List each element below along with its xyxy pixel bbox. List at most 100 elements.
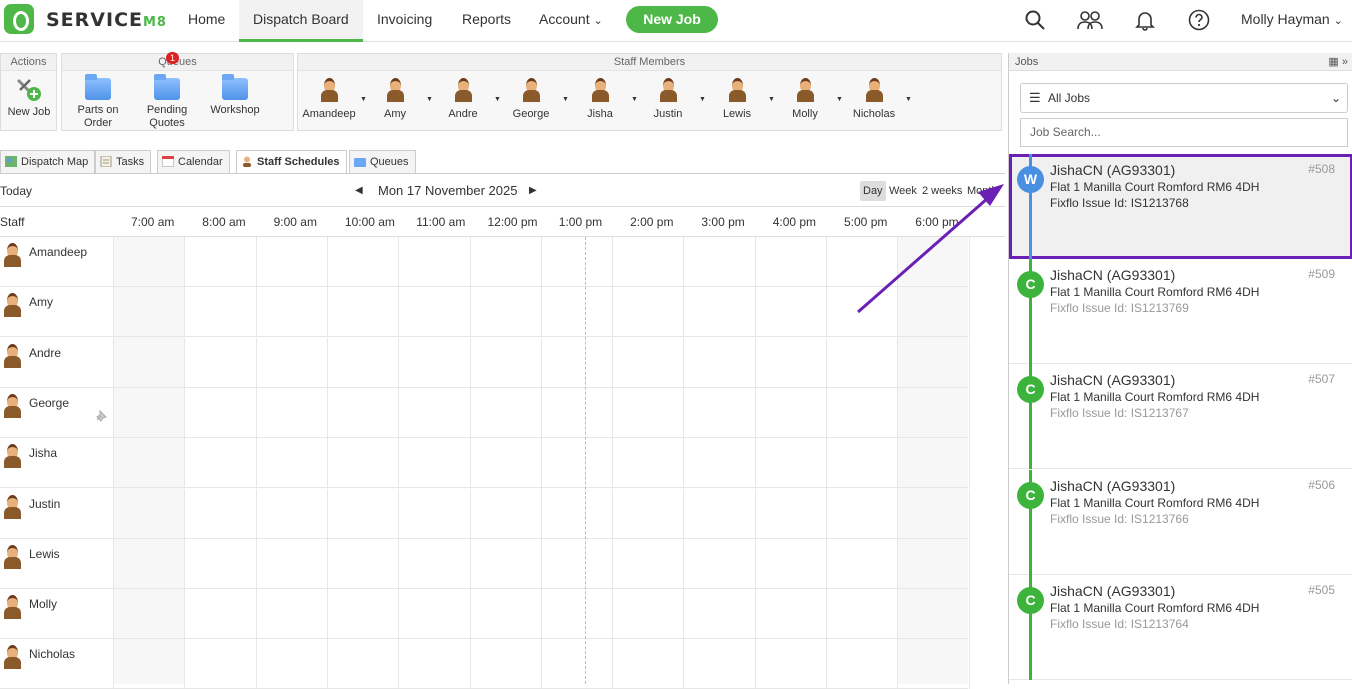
- time-slot[interactable]: [184, 639, 186, 689]
- time-slot[interactable]: [469, 287, 471, 338]
- staff-row[interactable]: Nicholas: [0, 639, 970, 689]
- time-slot[interactable]: [826, 438, 827, 489]
- time-slot[interactable]: [897, 639, 899, 689]
- staff-row[interactable]: Amandeep: [0, 237, 970, 287]
- time-slot[interactable]: [326, 488, 328, 539]
- time-slot[interactable]: [398, 538, 400, 589]
- time-slot[interactable]: [897, 287, 899, 338]
- time-slot[interactable]: [612, 387, 614, 438]
- time-slot[interactable]: [113, 287, 114, 338]
- time-slot[interactable]: [754, 488, 756, 539]
- time-slot[interactable]: [754, 438, 756, 489]
- job-card[interactable]: C JishaCN (AG93301) Flat 1 Manilla Court R…: [1009, 364, 1352, 470]
- time-slot[interactable]: [326, 538, 328, 589]
- help-icon[interactable]: [1188, 9, 1210, 31]
- time-slot[interactable]: [184, 589, 186, 640]
- time-slot[interactable]: [540, 639, 542, 689]
- time-slots[interactable]: [113, 589, 970, 640]
- user-menu[interactable]: Molly Hayman ⌄: [1241, 11, 1343, 27]
- time-slots[interactable]: [113, 538, 970, 589]
- time-slot[interactable]: [612, 438, 614, 489]
- time-slot[interactable]: [754, 639, 756, 689]
- time-slot[interactable]: [826, 287, 827, 338]
- pin-icon[interactable]: [94, 409, 108, 423]
- time-slot[interactable]: [897, 589, 899, 640]
- time-slot[interactable]: [826, 639, 827, 689]
- time-slot[interactable]: [326, 387, 328, 438]
- job-card[interactable]: C JishaCN (AG93301) Flat 1 Manilla Court R…: [1009, 574, 1352, 680]
- time-slot[interactable]: [683, 639, 685, 689]
- time-slot[interactable]: [184, 337, 186, 388]
- job-card[interactable]: W JishaCN (AG93301) Flat 1 Manilla Court R…: [1009, 154, 1352, 259]
- time-slot[interactable]: [897, 438, 899, 489]
- time-slot[interactable]: [255, 337, 257, 388]
- time-slots[interactable]: [113, 387, 970, 438]
- view-2-weeks[interactable]: 2 weeks: [919, 181, 965, 201]
- staff-row[interactable]: Jisha: [0, 438, 970, 489]
- time-slots[interactable]: [113, 337, 970, 388]
- time-slot[interactable]: [469, 237, 471, 287]
- time-slot[interactable]: [612, 639, 614, 689]
- staff-dropdown-icon[interactable]: ▼: [905, 96, 912, 103]
- time-slot[interactable]: [469, 488, 471, 539]
- servicem8-logo[interactable]: [4, 4, 34, 34]
- time-slot[interactable]: [968, 538, 970, 589]
- time-slot[interactable]: [255, 438, 257, 489]
- time-slots[interactable]: [113, 639, 970, 689]
- staff-member-button[interactable]: Amy: [361, 76, 429, 120]
- time-slot[interactable]: [897, 538, 899, 589]
- time-slots[interactable]: [113, 237, 970, 287]
- time-slot[interactable]: [326, 438, 328, 489]
- queue-parts-on-order[interactable]: Parts on Order: [66, 74, 130, 130]
- time-slot[interactable]: [540, 488, 542, 539]
- time-slot[interactable]: [612, 488, 614, 539]
- time-slot[interactable]: [754, 237, 756, 287]
- time-slot[interactable]: [968, 287, 970, 338]
- staff-row[interactable]: Justin: [0, 488, 970, 539]
- job-card[interactable]: C JishaCN (AG93301) Flat 1 Manilla Court R…: [1009, 259, 1352, 365]
- staff-member-button[interactable]: Justin: [634, 76, 702, 120]
- time-slot[interactable]: [398, 387, 400, 438]
- time-slot[interactable]: [683, 538, 685, 589]
- time-slot[interactable]: [612, 287, 614, 338]
- time-slot[interactable]: [683, 237, 685, 287]
- time-slot[interactable]: [754, 287, 756, 338]
- job-card[interactable]: C JishaCN (AG93301) Flat 1 Manilla Court R…: [1009, 469, 1352, 575]
- bell-icon[interactable]: [1134, 9, 1156, 31]
- staff-member-button[interactable]: Molly: [771, 76, 839, 120]
- time-slot[interactable]: [398, 639, 400, 689]
- time-slot[interactable]: [113, 639, 114, 689]
- time-slot[interactable]: [255, 538, 257, 589]
- staff-member-button[interactable]: George: [497, 76, 565, 120]
- prev-day-icon[interactable]: ◀: [355, 185, 363, 196]
- staff-row[interactable]: Amy: [0, 287, 970, 338]
- time-slot[interactable]: [540, 438, 542, 489]
- time-slot[interactable]: [469, 589, 471, 640]
- time-slot[interactable]: [255, 589, 257, 640]
- staff-row[interactable]: George: [0, 387, 970, 438]
- time-slot[interactable]: [826, 488, 827, 539]
- time-slot[interactable]: [326, 287, 328, 338]
- time-slot[interactable]: [540, 287, 542, 338]
- staff-member-button[interactable]: Jisha: [566, 76, 634, 120]
- staff-member-button[interactable]: Andre: [429, 76, 497, 120]
- time-slot[interactable]: [398, 287, 400, 338]
- time-slot[interactable]: [326, 639, 328, 689]
- time-slot[interactable]: [754, 387, 756, 438]
- time-slot[interactable]: [255, 287, 257, 338]
- time-slots[interactable]: [113, 488, 970, 539]
- time-slot[interactable]: [826, 337, 827, 388]
- staff-row[interactable]: Lewis: [0, 538, 970, 589]
- tab-queues[interactable]: Queues: [349, 150, 416, 173]
- time-slot[interactable]: [540, 538, 542, 589]
- time-slot[interactable]: [968, 589, 970, 640]
- time-slot[interactable]: [897, 387, 899, 438]
- time-slot[interactable]: [612, 538, 614, 589]
- time-slot[interactable]: [113, 538, 114, 589]
- time-slot[interactable]: [398, 488, 400, 539]
- search-icon[interactable]: [1024, 9, 1046, 31]
- staff-row[interactable]: Molly: [0, 589, 970, 640]
- next-day-icon[interactable]: ▶: [529, 185, 537, 196]
- time-slot[interactable]: [184, 438, 186, 489]
- time-slot[interactable]: [754, 337, 756, 388]
